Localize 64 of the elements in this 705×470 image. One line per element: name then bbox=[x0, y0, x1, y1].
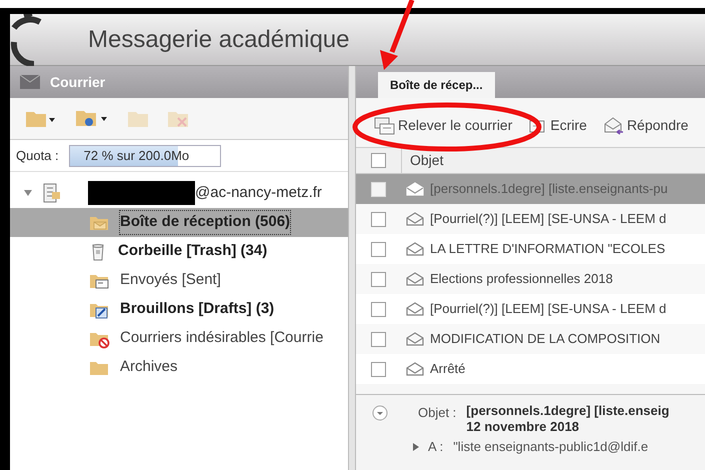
envelope-icon bbox=[406, 272, 424, 286]
message-subject: [Pourriel(?)] [LEEM] [SE-UNSA - LEEM d bbox=[430, 300, 666, 318]
envelope-icon bbox=[406, 242, 424, 256]
row-checkbox[interactable] bbox=[371, 212, 386, 226]
folder-label: Boîte de réception (506) bbox=[120, 211, 290, 234]
message-subject: Arrêté bbox=[430, 360, 466, 378]
folder-item[interactable]: Archives bbox=[10, 353, 348, 382]
folder-item[interactable]: Brouillons [Drafts] (3) bbox=[10, 295, 348, 324]
row-checkbox[interactable] bbox=[371, 242, 386, 256]
reply-icon bbox=[602, 116, 625, 136]
preview-recipient: "liste enseignants-public1d@ldif.e bbox=[453, 438, 648, 456]
subject-label: Objet : bbox=[418, 404, 456, 422]
expand-icon[interactable] bbox=[412, 442, 420, 451]
message-row[interactable]: [Pourriel(?)] [LEEM] [SE-UNSA - LEEM d bbox=[356, 204, 705, 234]
toolbar-button[interactable]: Ecrire bbox=[528, 115, 587, 136]
toolbar-button[interactable]: Relever le courrier bbox=[374, 115, 512, 136]
message-row[interactable]: Elections professionnelles 2018 bbox=[356, 264, 705, 294]
folder-label: Courriers indésirables [Courrie bbox=[120, 328, 324, 348]
delete-folder-icon bbox=[168, 110, 188, 128]
quota-label: Quota : bbox=[16, 146, 59, 165]
toolbar-button[interactable]: Répondre bbox=[602, 115, 688, 136]
envelope-icon bbox=[406, 332, 424, 346]
preview-date: 12 novembre 2018 bbox=[466, 419, 580, 435]
panel-title: Courrier bbox=[50, 72, 106, 92]
column-header[interactable]: Objet bbox=[402, 150, 444, 171]
mail-icon bbox=[20, 75, 40, 89]
account-icon bbox=[42, 183, 62, 203]
quota-reading: 72 % sur 200.0Mo bbox=[82, 146, 190, 165]
message-subject: Elections professionnelles 2018 bbox=[430, 270, 613, 288]
folder-properties-icon bbox=[128, 110, 148, 128]
message-row[interactable]: MODIFICATION DE LA COMPOSITION bbox=[356, 324, 705, 354]
account-address[interactable]: @ac-nancy-metz.fr bbox=[195, 182, 322, 204]
row-checkbox[interactable] bbox=[371, 272, 386, 286]
expand-arrow-icon[interactable] bbox=[24, 189, 32, 197]
message-subject: [personnels.1degre] [liste.enseignants-pu bbox=[430, 180, 668, 198]
folder-label: Corbeille [Trash] (34) bbox=[118, 241, 268, 262]
row-checkbox[interactable] bbox=[371, 302, 386, 316]
collapse-icon[interactable] bbox=[372, 405, 388, 421]
message-subject: LA LETTRE D'INFORMATION "ECOLES bbox=[430, 240, 666, 258]
folder-item[interactable]: Corbeille [Trash] (34) bbox=[10, 237, 348, 266]
folder-label: Archives bbox=[120, 357, 178, 378]
envelope-icon bbox=[406, 302, 424, 316]
folder-label: Brouillons [Drafts] (3) bbox=[120, 299, 274, 320]
folder-item[interactable]: Courriers indésirables [Courrie bbox=[10, 324, 348, 353]
envelope-icon bbox=[406, 212, 424, 226]
to-label: A : bbox=[428, 438, 444, 456]
folder-label: Envoyés [Sent] bbox=[120, 270, 221, 290]
message-subject: [Pourriel(?)] [LEEM] [SE-UNSA - LEEM d bbox=[430, 210, 666, 228]
row-checkbox[interactable] bbox=[371, 332, 386, 346]
folder-item[interactable]: Envoyés [Sent] bbox=[10, 266, 348, 295]
select-all-checkbox[interactable] bbox=[371, 153, 386, 168]
folder-menu-icon[interactable] bbox=[26, 110, 56, 128]
folder-item[interactable]: Boîte de réception (506) bbox=[10, 208, 348, 237]
message-subject: MODIFICATION DE LA COMPOSITION bbox=[430, 330, 660, 348]
folder-settings-icon[interactable] bbox=[76, 108, 108, 128]
preview-subject: [personnels.1degre] [liste.enseig bbox=[466, 403, 670, 419]
envelope-icon bbox=[406, 362, 424, 376]
envelope-icon bbox=[406, 182, 424, 196]
annotation-arrow bbox=[380, 0, 414, 70]
folder-tab[interactable]: Boîte de récep... bbox=[378, 72, 495, 98]
panel-splitter[interactable] bbox=[348, 66, 356, 470]
fetch-mail-icon bbox=[374, 116, 396, 136]
row-checkbox[interactable] bbox=[371, 362, 386, 376]
app-title: Messagerie académique bbox=[88, 24, 350, 54]
